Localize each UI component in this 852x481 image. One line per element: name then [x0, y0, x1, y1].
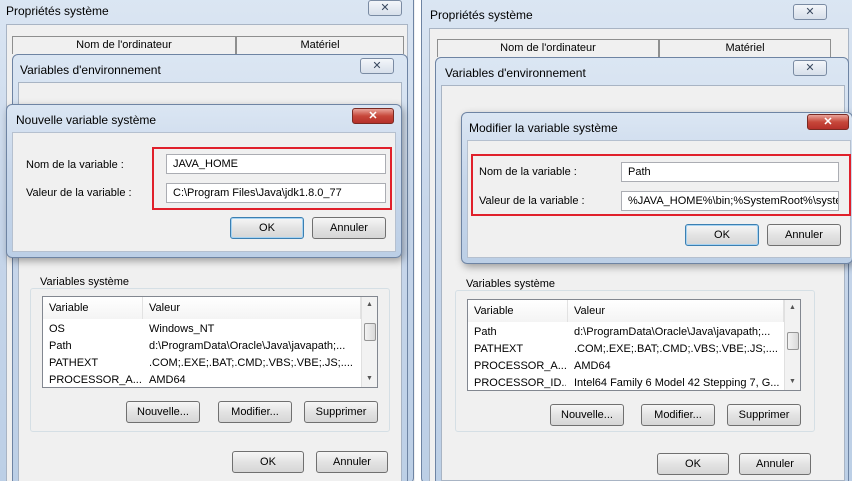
var-name: OS: [49, 323, 65, 335]
edit-variable-button[interactable]: Modifier...: [641, 404, 715, 426]
dialog-cancel-button[interactable]: Annuler: [767, 224, 841, 246]
variable-value-input[interactable]: %JAVA_HOME%\bin;%SystemRoot%\syste: [621, 191, 839, 211]
system-variables-list[interactable]: Variable Valeur OS Windows_NT Path d:\Prog…: [42, 296, 378, 388]
tab-computer-name[interactable]: Nom de l'ordinateur: [12, 36, 236, 54]
variable-value-label: Valeur de la variable :: [479, 195, 585, 207]
var-name: PROCESSOR_ID...: [474, 377, 566, 389]
close-icon: ✕: [372, 60, 382, 72]
var-value: AMD64: [574, 360, 611, 372]
column-header-value[interactable]: Valeur: [568, 300, 784, 322]
table-row[interactable]: PROCESSOR_A... AMD64: [468, 358, 784, 375]
close-icon: ✕: [368, 110, 378, 122]
table-row[interactable]: PROCESSOR_ID... Intel64 Family 6 Model 42…: [468, 375, 784, 390]
var-name: PATHEXT: [49, 357, 99, 369]
var-name: PROCESSOR_A...: [49, 374, 141, 386]
scrollbar-thumb[interactable]: [787, 332, 799, 350]
dialog-ok-button[interactable]: OK: [230, 217, 304, 239]
table-row[interactable]: PROCESSOR_A... AMD64: [43, 372, 361, 387]
dialog-cancel-button[interactable]: Annuler: [312, 217, 386, 239]
tab-hardware[interactable]: Matériel: [659, 39, 831, 57]
delete-variable-button[interactable]: Supprimer: [304, 401, 378, 423]
close-icon: ✕: [805, 6, 815, 18]
column-header-variable[interactable]: Variable: [43, 297, 143, 319]
column-header-value[interactable]: Valeur: [143, 297, 361, 319]
system-variables-list[interactable]: Variable Valeur Path d:\ProgramData\Oracl…: [467, 299, 801, 391]
vertical-scrollbar[interactable]: ▲ ▼: [784, 300, 800, 390]
var-name: Path: [474, 326, 497, 338]
env-cancel-button[interactable]: Annuler: [316, 451, 388, 473]
var-value: AMD64: [149, 374, 186, 386]
edit-variable-close-button[interactable]: ✕: [807, 114, 849, 130]
scroll-down-arrow[interactable]: ▼: [789, 378, 796, 385]
system-variables-label: Variables système: [38, 276, 132, 288]
var-name: PROCESSOR_A...: [474, 360, 566, 372]
close-icon: ✕: [823, 116, 833, 128]
variable-value-input[interactable]: C:\Program Files\Java\jdk1.8.0_77: [166, 183, 386, 203]
var-value: Windows_NT: [149, 323, 215, 335]
variable-name-label: Nom de la variable :: [479, 166, 577, 178]
new-variable-button[interactable]: Nouvelle...: [550, 404, 624, 426]
new-variable-button[interactable]: Nouvelle...: [126, 401, 200, 423]
delete-variable-button[interactable]: Supprimer: [727, 404, 801, 426]
env-vars-close-button[interactable]: ✕: [793, 60, 827, 76]
edit-variable-button[interactable]: Modifier...: [218, 401, 292, 423]
vertical-scrollbar[interactable]: ▲ ▼: [361, 297, 377, 387]
variable-name-input[interactable]: JAVA_HOME: [166, 154, 386, 174]
env-vars-title: Variables d'environnement: [20, 63, 161, 77]
env-ok-button[interactable]: OK: [657, 453, 729, 475]
close-icon: ✕: [380, 2, 390, 14]
table-row[interactable]: Path d:\ProgramData\Oracle\Java\javapath;…: [43, 338, 361, 355]
close-icon: ✕: [805, 62, 815, 74]
right-panel: Propriétés système ✕ Nom de l'ordinateur…: [421, 0, 852, 481]
var-value: d:\ProgramData\Oracle\Java\javapath;...: [149, 340, 346, 352]
scrollbar-thumb[interactable]: [364, 323, 376, 341]
new-variable-dialog-title: Nouvelle variable système: [16, 113, 157, 127]
tab-hardware[interactable]: Matériel: [236, 36, 404, 54]
tab-computer-name[interactable]: Nom de l'ordinateur: [437, 39, 659, 57]
system-properties-title: Propriétés système: [430, 8, 533, 22]
table-row[interactable]: PATHEXT .COM;.EXE;.BAT;.CMD;.VBS;.VBE;.JS…: [43, 355, 361, 372]
left-panel: Propriétés système ✕ Nom de l'ordinateur…: [0, 0, 415, 481]
env-vars-close-button[interactable]: ✕: [360, 58, 394, 74]
var-value: .COM;.EXE;.BAT;.CMD;.VBS;.VBE;.JS;....: [149, 357, 353, 369]
var-value: .COM;.EXE;.BAT;.CMD;.VBS;.VBE;.JS;....: [574, 343, 778, 355]
env-vars-title: Variables d'environnement: [445, 66, 586, 80]
env-cancel-button[interactable]: Annuler: [739, 453, 811, 475]
scroll-up-arrow[interactable]: ▲: [789, 304, 796, 311]
var-value: d:\ProgramData\Oracle\Java\javapath;...: [574, 326, 771, 338]
var-value: Intel64 Family 6 Model 42 Stepping 7, G.…: [574, 377, 780, 389]
variable-value-label: Valeur de la variable :: [26, 187, 132, 199]
scroll-down-arrow[interactable]: ▼: [366, 375, 373, 382]
dialog-ok-button[interactable]: OK: [685, 224, 759, 246]
table-row[interactable]: PATHEXT .COM;.EXE;.BAT;.CMD;.VBS;.VBE;.JS…: [468, 341, 784, 358]
var-name: PATHEXT: [474, 343, 524, 355]
variable-name-input[interactable]: Path: [621, 162, 839, 182]
env-ok-button[interactable]: OK: [232, 451, 304, 473]
table-row[interactable]: Path d:\ProgramData\Oracle\Java\javapath;…: [468, 324, 784, 341]
edit-variable-dialog-title: Modifier la variable système: [469, 121, 618, 135]
system-variables-label: Variables système: [464, 278, 558, 290]
system-properties-close-button[interactable]: ✕: [368, 0, 402, 16]
column-header-variable[interactable]: Variable: [468, 300, 568, 322]
system-properties-close-button[interactable]: ✕: [793, 4, 827, 20]
new-variable-close-button[interactable]: ✕: [352, 108, 394, 124]
var-name: Path: [49, 340, 72, 352]
variable-name-label: Nom de la variable :: [26, 159, 124, 171]
table-row[interactable]: OS Windows_NT: [43, 321, 361, 338]
scroll-up-arrow[interactable]: ▲: [366, 301, 373, 308]
system-properties-title: Propriétés système: [6, 4, 109, 18]
